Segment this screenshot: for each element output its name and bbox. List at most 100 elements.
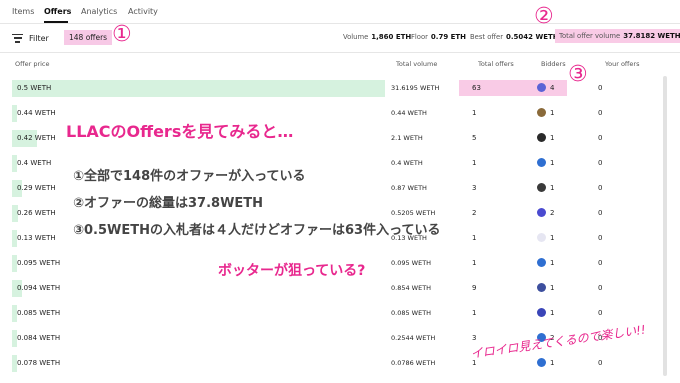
stat-volume: Volume 1,860 ETH xyxy=(343,33,411,41)
column-header-your-offers: Your offers xyxy=(605,60,640,68)
total-offers: 3 xyxy=(472,334,477,342)
total-volume: 0.4 WETH xyxy=(391,159,423,167)
offer-price: 0.42 WETH xyxy=(17,134,56,142)
your-offers: 0 xyxy=(598,84,603,92)
total-volume: 0.2544 WETH xyxy=(391,334,436,342)
total-offers: 63 xyxy=(472,84,481,92)
total-offers: 1 xyxy=(472,259,477,267)
filter-label: Filter xyxy=(29,33,49,43)
total-offers: 9 xyxy=(472,284,477,292)
offer-price: 0.26 WETH xyxy=(17,209,56,217)
total-volume: 0.0786 WETH xyxy=(391,359,436,367)
bidders-count: 1 xyxy=(550,134,555,142)
bidders-count: 1 xyxy=(550,184,555,192)
bidder-avatar[interactable] xyxy=(537,308,546,317)
offer-price: 0.5 WETH xyxy=(17,84,52,92)
offer-price: 0.094 WETH xyxy=(17,284,61,292)
total-volume: 0.854 WETH xyxy=(391,284,432,292)
volume-bar xyxy=(12,80,385,97)
your-offers: 0 xyxy=(598,209,603,217)
column-header-offer-price: Offer price xyxy=(15,60,50,68)
bidder-avatar[interactable] xyxy=(537,158,546,167)
offers-toolbar: Filter 148 offers Volume 1,860 ETH Floor 0… xyxy=(0,24,680,52)
bidders-count: 1 xyxy=(550,284,555,292)
bidder-avatar[interactable] xyxy=(537,183,546,192)
your-offers: 0 xyxy=(598,134,603,142)
total-volume: 31.6195 WETH xyxy=(391,84,440,92)
annotation-point-2: ②オファーの総量は37.8WETH xyxy=(73,196,264,211)
stat-value: 1,860 ETH xyxy=(371,33,412,41)
stat-best-offer: Best offer 0.5042 WETH xyxy=(470,33,559,41)
bidders-count: 4 xyxy=(550,84,555,92)
column-header-total-volume: Total volume xyxy=(396,60,438,68)
total-volume: 0.44 WETH xyxy=(391,109,427,117)
stat-floor: Floor 0.79 ETH xyxy=(411,33,466,41)
total-volume: 0.87 WETH xyxy=(391,184,427,192)
your-offers: 0 xyxy=(598,309,603,317)
annotation-circle-1: ① xyxy=(112,22,132,47)
annotation-bots: ボッターが狙っている? xyxy=(218,263,366,279)
total-volume: 0.085 WETH xyxy=(391,309,432,317)
offer-price: 0.085 WETH xyxy=(17,309,61,317)
tab-activity[interactable]: Activity xyxy=(128,7,158,16)
table-row[interactable]: 0.078 WETH 0.0786 WETH 1 1 0 xyxy=(0,351,665,376)
annotation-point-3: ③0.5WETHの入札者は４人だけどオファーは63件入っている xyxy=(73,223,441,238)
stat-total-offer-volume: Total offer volume 37.8182 WETH xyxy=(555,29,680,43)
your-offers: 0 xyxy=(598,109,603,117)
stat-value: 37.8182 WETH xyxy=(623,32,680,40)
filter-button[interactable]: Filter xyxy=(12,30,49,46)
annotation-point-1: ①全部で148件のオファーが入っている xyxy=(73,169,306,184)
your-offers: 0 xyxy=(598,284,603,292)
stat-label: Floor xyxy=(411,33,428,41)
total-volume: 0.5205 WETH xyxy=(391,209,436,217)
bidder-avatar[interactable] xyxy=(537,133,546,142)
bidder-avatar[interactable] xyxy=(537,108,546,117)
bidders-count: 1 xyxy=(550,309,555,317)
total-offers: 1 xyxy=(472,159,477,167)
tab-bar: Items Offers Analytics Activity xyxy=(0,0,680,24)
stat-label: Total offer volume xyxy=(559,32,621,40)
bidder-avatar[interactable] xyxy=(537,283,546,292)
annotation-circle-2: ② xyxy=(534,4,554,29)
tab-analytics[interactable]: Analytics xyxy=(81,7,117,16)
total-offers: 5 xyxy=(472,134,477,142)
bidder-avatar[interactable] xyxy=(537,83,546,92)
stat-label: Best offer xyxy=(470,33,504,41)
total-offers: 1 xyxy=(472,234,477,242)
offer-price: 0.084 WETH xyxy=(17,334,61,342)
your-offers: 0 xyxy=(598,159,603,167)
table-row[interactable]: 0.085 WETH 0.085 WETH 1 1 0 xyxy=(0,301,665,326)
bidders-count: 1 xyxy=(550,359,555,367)
annotation-circle-3: ③ xyxy=(568,62,588,87)
your-offers: 0 xyxy=(598,234,603,242)
offer-price: 0.078 WETH xyxy=(17,359,61,367)
offer-price: 0.13 WETH xyxy=(17,234,56,242)
offers-count-badge: 148 offers xyxy=(64,30,113,45)
bidders-count: 2 xyxy=(550,209,555,217)
total-offers: 3 xyxy=(472,184,477,192)
bidder-avatar[interactable] xyxy=(537,358,546,367)
stat-label: Volume xyxy=(343,33,369,41)
tab-items[interactable]: Items xyxy=(12,7,34,16)
divider xyxy=(0,52,680,53)
column-header-total-offers: Total offers xyxy=(478,60,514,68)
bidder-avatar[interactable] xyxy=(537,258,546,267)
table-row[interactable]: 0.5 WETH 31.6195 WETH 63 4 0 xyxy=(0,76,665,101)
offer-price: 0.29 WETH xyxy=(17,184,56,192)
column-header-bidders: Bidders xyxy=(541,60,566,68)
bidder-avatar[interactable] xyxy=(537,233,546,242)
total-volume: 2.1 WETH xyxy=(391,134,423,142)
bidders-count: 1 xyxy=(550,234,555,242)
table-scrollbar[interactable] xyxy=(663,76,667,376)
bidders-count: 1 xyxy=(550,259,555,267)
filter-icon xyxy=(12,33,23,43)
offer-price: 0.44 WETH xyxy=(17,109,56,117)
bidder-avatar[interactable] xyxy=(537,208,546,217)
your-offers: 0 xyxy=(598,359,603,367)
stat-value: 0.5042 WETH xyxy=(506,33,559,41)
annotation-headline: LLACのOffersを見てみると… xyxy=(66,122,294,141)
tab-offers[interactable]: Offers xyxy=(44,7,71,16)
total-volume: 0.095 WETH xyxy=(391,259,432,267)
bidders-count: 1 xyxy=(550,159,555,167)
total-offers: 1 xyxy=(472,309,477,317)
